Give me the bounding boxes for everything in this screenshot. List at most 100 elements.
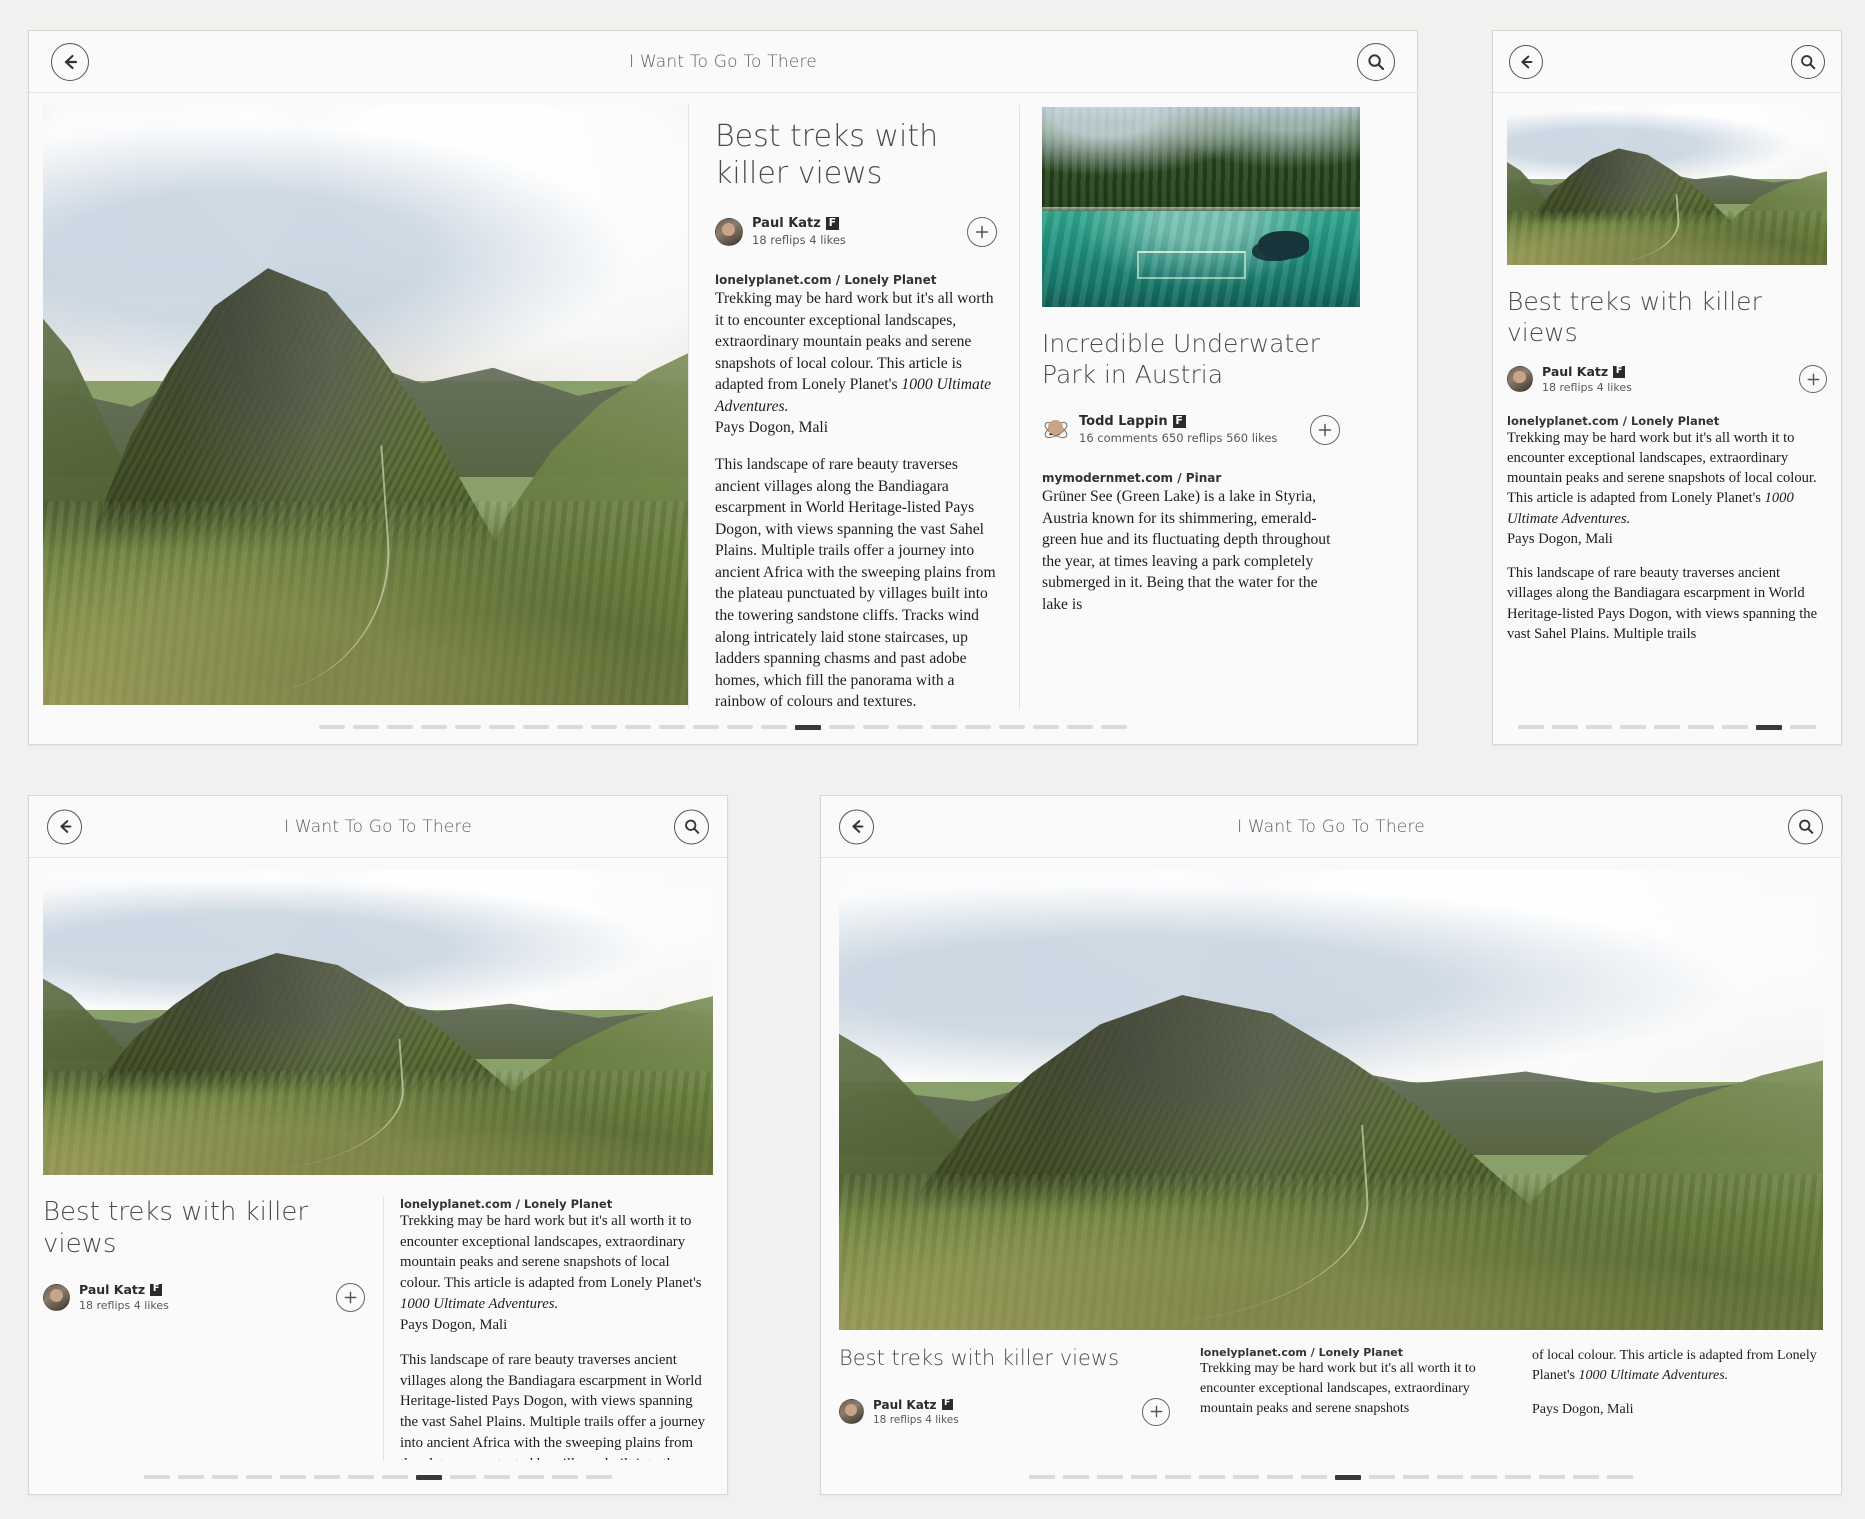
page-dash[interactable] bbox=[761, 725, 787, 729]
page-dash[interactable] bbox=[1403, 1475, 1429, 1479]
author-name-row[interactable]: Paul Katz F bbox=[79, 1282, 169, 1297]
avatar bbox=[715, 217, 743, 246]
page-indicator[interactable] bbox=[1493, 710, 1841, 744]
page-dash[interactable] bbox=[1369, 1475, 1395, 1479]
page-dash[interactable] bbox=[421, 725, 447, 729]
page-dash[interactable] bbox=[314, 1475, 340, 1479]
article-source[interactable]: lonelyplanet.com / Lonely Planet bbox=[1200, 1346, 1514, 1359]
page-dash[interactable] bbox=[1586, 725, 1612, 729]
plus-circle-icon[interactable] bbox=[336, 1282, 365, 1312]
page-dash[interactable] bbox=[931, 725, 957, 729]
page-dash[interactable] bbox=[1539, 1475, 1565, 1479]
page-dash[interactable] bbox=[1471, 1475, 1497, 1479]
page-dash[interactable] bbox=[144, 1475, 170, 1479]
page-dash[interactable] bbox=[897, 725, 923, 729]
page-dash[interactable] bbox=[1505, 1475, 1531, 1479]
page-dash[interactable] bbox=[387, 725, 413, 729]
glen-coe-valley-photo[interactable] bbox=[43, 105, 688, 705]
page-dash[interactable] bbox=[1063, 1475, 1089, 1479]
back-button[interactable] bbox=[51, 42, 89, 81]
page-dash[interactable] bbox=[863, 725, 889, 729]
page-dash[interactable] bbox=[484, 1475, 510, 1479]
page-dash[interactable] bbox=[1552, 725, 1578, 729]
page-dash[interactable] bbox=[829, 725, 855, 729]
page-dash[interactable] bbox=[1756, 724, 1782, 730]
page-dash[interactable] bbox=[1437, 1475, 1463, 1479]
page-dash[interactable] bbox=[416, 1474, 442, 1480]
page-dash[interactable] bbox=[1518, 725, 1544, 729]
search-button[interactable] bbox=[1357, 42, 1395, 81]
page-dash[interactable] bbox=[319, 725, 345, 729]
page-dash[interactable] bbox=[1607, 1475, 1633, 1479]
plus-circle-icon[interactable] bbox=[1142, 1397, 1170, 1426]
page-dash[interactable] bbox=[1097, 1475, 1123, 1479]
page-dash[interactable] bbox=[659, 725, 685, 729]
page-dash[interactable] bbox=[1335, 1474, 1361, 1480]
page-dash[interactable] bbox=[1654, 725, 1680, 729]
page-dash[interactable] bbox=[1267, 1475, 1293, 1479]
plus-circle-icon[interactable] bbox=[1799, 365, 1827, 393]
page-dash[interactable] bbox=[1790, 725, 1816, 729]
glen-coe-valley-photo[interactable] bbox=[43, 870, 713, 1175]
plus-circle-icon[interactable] bbox=[1310, 414, 1340, 445]
page-dash[interactable] bbox=[795, 724, 821, 730]
glen-coe-valley-photo[interactable] bbox=[839, 870, 1823, 1330]
page-dash[interactable] bbox=[450, 1475, 476, 1479]
page-dash[interactable] bbox=[1722, 725, 1748, 729]
author-name-row[interactable]: Paul Katz F bbox=[752, 216, 846, 231]
page-dash[interactable] bbox=[625, 725, 651, 729]
page-dash[interactable] bbox=[557, 725, 583, 729]
page-dash[interactable] bbox=[1131, 1475, 1157, 1479]
page-dash[interactable] bbox=[1233, 1475, 1259, 1479]
page-dash[interactable] bbox=[1301, 1475, 1327, 1479]
author-name: Todd Lappin bbox=[1079, 414, 1168, 429]
search-button[interactable] bbox=[1791, 44, 1825, 79]
page-dash[interactable] bbox=[552, 1475, 578, 1479]
page-dash[interactable] bbox=[382, 1475, 408, 1479]
article-source[interactable]: lonelyplanet.com / Lonely Planet bbox=[400, 1197, 713, 1211]
page-dash[interactable] bbox=[586, 1475, 612, 1479]
plus-circle-icon[interactable] bbox=[967, 216, 997, 247]
page-dash[interactable] bbox=[1067, 725, 1093, 729]
page-dash[interactable] bbox=[591, 725, 617, 729]
page-dash[interactable] bbox=[353, 725, 379, 729]
page-dash[interactable] bbox=[246, 1475, 272, 1479]
page-dash[interactable] bbox=[999, 725, 1025, 729]
author-name-row[interactable]: Todd Lappin F bbox=[1079, 414, 1277, 429]
page-dash[interactable] bbox=[523, 725, 549, 729]
page-dash[interactable] bbox=[489, 725, 515, 729]
page-indicator[interactable] bbox=[821, 1460, 1841, 1494]
page-dash[interactable] bbox=[1620, 725, 1646, 729]
page-dash[interactable] bbox=[518, 1475, 544, 1479]
back-button[interactable] bbox=[47, 809, 82, 844]
back-button[interactable] bbox=[839, 809, 874, 844]
back-button[interactable] bbox=[1509, 44, 1543, 79]
page-dash[interactable] bbox=[1101, 725, 1127, 729]
search-button[interactable] bbox=[1788, 809, 1823, 844]
page-dash[interactable] bbox=[348, 1475, 374, 1479]
page-dash[interactable] bbox=[212, 1475, 238, 1479]
search-button[interactable] bbox=[674, 809, 709, 844]
green-lake-underwater-park-photo[interactable] bbox=[1042, 107, 1360, 307]
article-source[interactable]: lonelyplanet.com / Lonely Planet bbox=[715, 273, 997, 287]
page-dash[interactable] bbox=[965, 725, 991, 729]
page-dash[interactable] bbox=[280, 1475, 306, 1479]
page-dash[interactable] bbox=[1573, 1475, 1599, 1479]
page-dash[interactable] bbox=[1029, 1475, 1055, 1479]
page-dash[interactable] bbox=[455, 725, 481, 729]
page-dash[interactable] bbox=[1033, 725, 1059, 729]
page-dash[interactable] bbox=[1199, 1475, 1225, 1479]
page-dash[interactable] bbox=[1688, 725, 1714, 729]
author-name-row[interactable]: Paul Katz F bbox=[1542, 364, 1632, 379]
page-dash[interactable] bbox=[1165, 1475, 1191, 1479]
author-name-row[interactable]: Paul Katz F bbox=[873, 1398, 959, 1412]
glen-coe-valley-photo[interactable] bbox=[1507, 105, 1827, 265]
page-indicator[interactable] bbox=[29, 1460, 727, 1494]
page-indicator[interactable] bbox=[29, 710, 1417, 744]
article-source[interactable]: mymodernmet.com / Pinar bbox=[1042, 471, 1340, 485]
page-dash[interactable] bbox=[693, 725, 719, 729]
page-dash[interactable] bbox=[178, 1475, 204, 1479]
article-source[interactable]: lonelyplanet.com / Lonely Planet bbox=[1507, 414, 1827, 428]
body-para1-emphasis: 1000 Ultimate Adventures. bbox=[1578, 1367, 1729, 1383]
page-dash[interactable] bbox=[727, 725, 753, 729]
